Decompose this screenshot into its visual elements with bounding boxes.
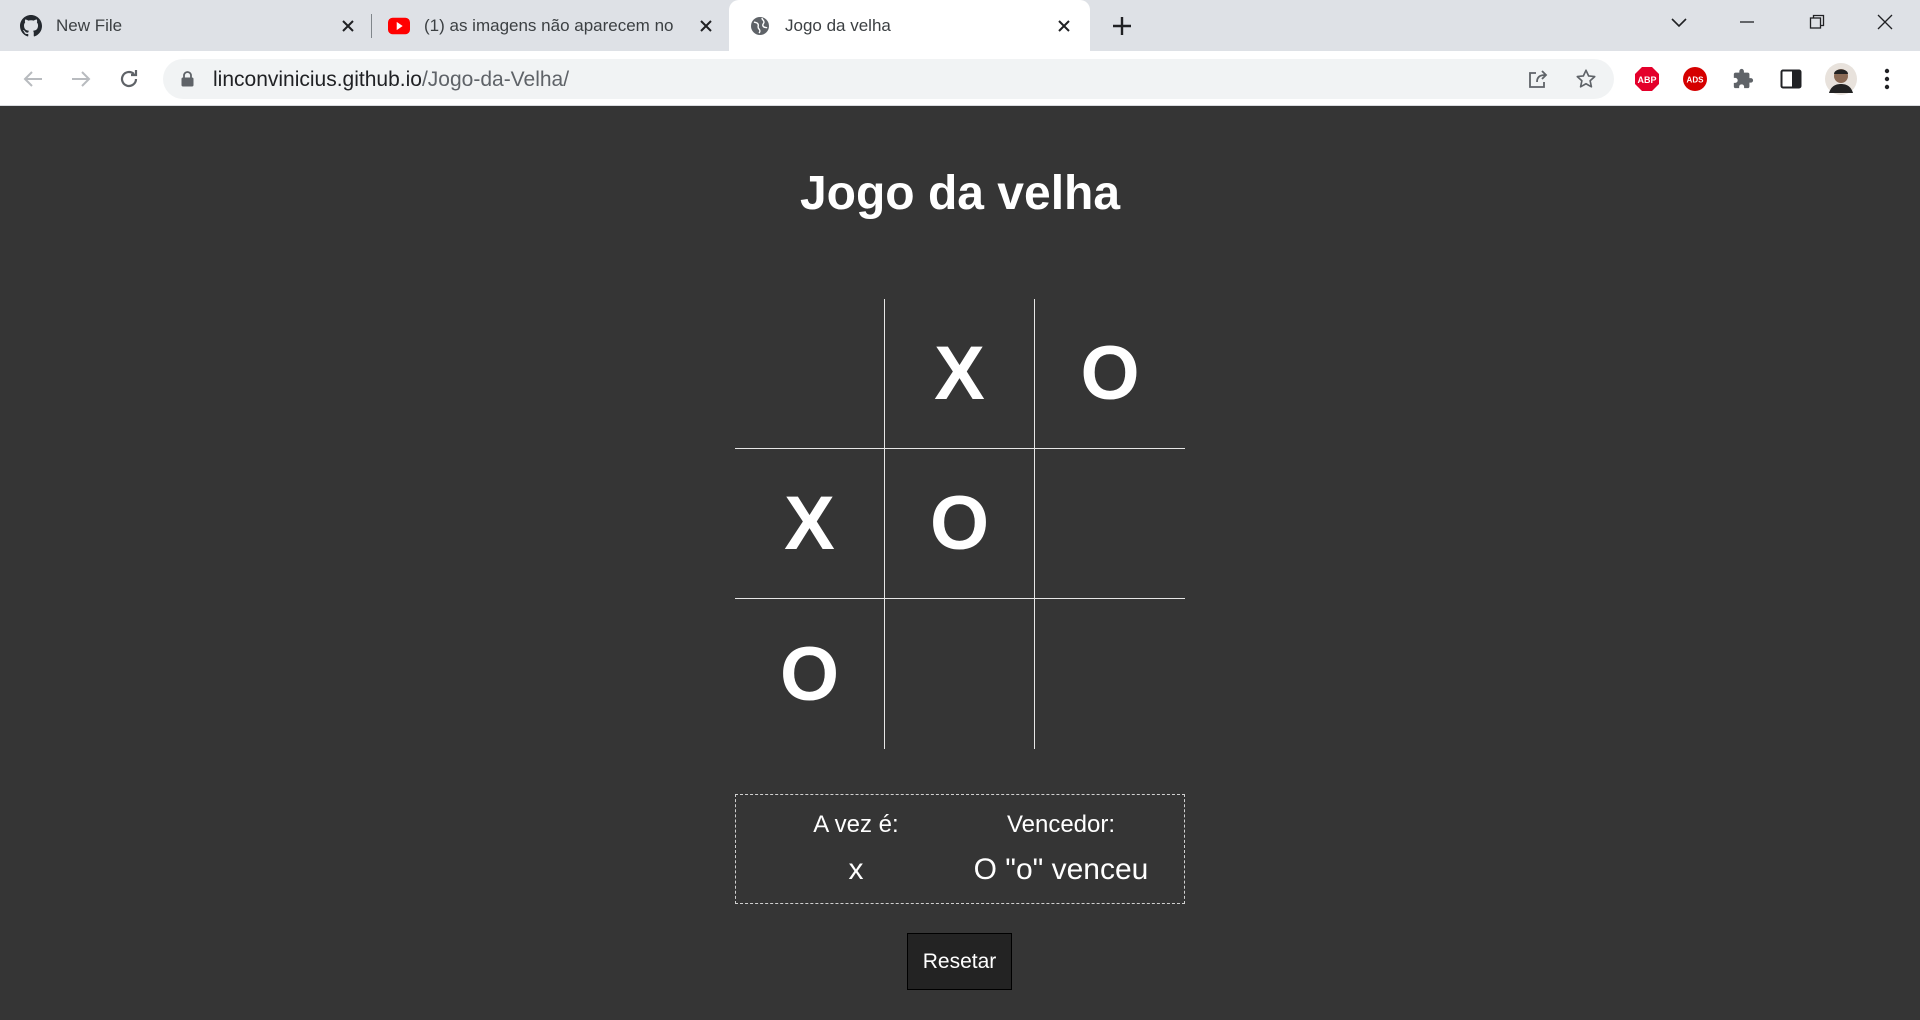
lock-icon[interactable] (181, 71, 194, 92)
tab-title: (1) as imagens não aparecem no (424, 15, 674, 35)
board-cell[interactable] (1035, 599, 1185, 749)
url-domain: linconvinicius.github.io (213, 68, 422, 91)
extensions-puzzle-icon[interactable] (1730, 66, 1756, 92)
close-tab-icon[interactable] (1052, 14, 1076, 38)
ad-blocker-icon[interactable]: ADS (1682, 66, 1708, 92)
game-board: X O X O O (735, 299, 1185, 749)
board-cell[interactable]: O (885, 449, 1035, 599)
tab-separator (371, 14, 372, 38)
close-tab-icon[interactable] (694, 14, 718, 38)
side-panel-icon[interactable] (1778, 66, 1804, 92)
board-cell[interactable]: X (885, 299, 1035, 449)
reset-button[interactable]: Resetar (907, 933, 1012, 990)
adblock-plus-icon[interactable]: ABP (1634, 66, 1660, 92)
window-close-icon[interactable] (1862, 0, 1908, 44)
back-arrow-icon[interactable] (18, 64, 48, 94)
board-cell[interactable]: O (735, 599, 885, 749)
bookmark-star-icon[interactable] (1574, 67, 1598, 91)
share-icon[interactable] (1526, 67, 1550, 91)
svg-text:ABP: ABP (1637, 75, 1656, 85)
github-icon (20, 14, 42, 37)
board-cell[interactable] (885, 599, 1035, 749)
profile-avatar[interactable] (1824, 62, 1858, 96)
close-tab-icon[interactable] (336, 14, 360, 38)
board-cell[interactable] (1035, 449, 1185, 599)
forward-arrow-icon[interactable] (66, 64, 96, 94)
restore-icon[interactable] (1794, 0, 1840, 44)
youtube-icon (388, 15, 410, 37)
board-cell[interactable]: O (1035, 299, 1185, 449)
game-status-panel: A vez é: x Vencedor: O "o" venceu (735, 794, 1185, 904)
address-bar[interactable]: linconvinicius.github.io/Jogo-da-Velha/ (163, 59, 1614, 99)
turn-label: A vez é: (813, 811, 899, 838)
browser-toolbar: linconvinicius.github.io/Jogo-da-Velha/ … (0, 51, 1920, 106)
tab-new-file[interactable]: New File (20, 0, 360, 51)
url-path: /Jogo-da-Velha/ (421, 68, 570, 91)
page-title: Jogo da velha (799, 167, 1121, 220)
url-text[interactable]: linconvinicius.github.io/Jogo-da-Velha/ (213, 68, 569, 92)
turn-value: x (848, 853, 864, 886)
browser-menu-icon[interactable] (1874, 66, 1900, 92)
tab-search-chevron-icon[interactable] (1656, 0, 1702, 44)
browser-tab-strip: New File (1) as imagens não aparecem no … (0, 0, 1920, 51)
tab-youtube[interactable]: (1) as imagens não aparecem no (388, 0, 718, 51)
tab-title: New File (56, 15, 123, 35)
winner-label: Vencedor: (1006, 811, 1116, 838)
svg-text:ADS: ADS (1687, 76, 1705, 85)
board-cell[interactable]: X (735, 449, 885, 599)
reload-icon[interactable] (114, 64, 144, 94)
board-cell[interactable] (735, 299, 885, 449)
new-tab-button[interactable] (1108, 12, 1136, 40)
globe-icon (749, 15, 771, 37)
tab-title: Jogo da velha (785, 15, 891, 35)
minimize-icon[interactable] (1724, 0, 1770, 44)
winner-value: O "o" venceu (973, 853, 1149, 886)
tab-jogo-da-velha[interactable]: Jogo da velha (729, 0, 1090, 51)
